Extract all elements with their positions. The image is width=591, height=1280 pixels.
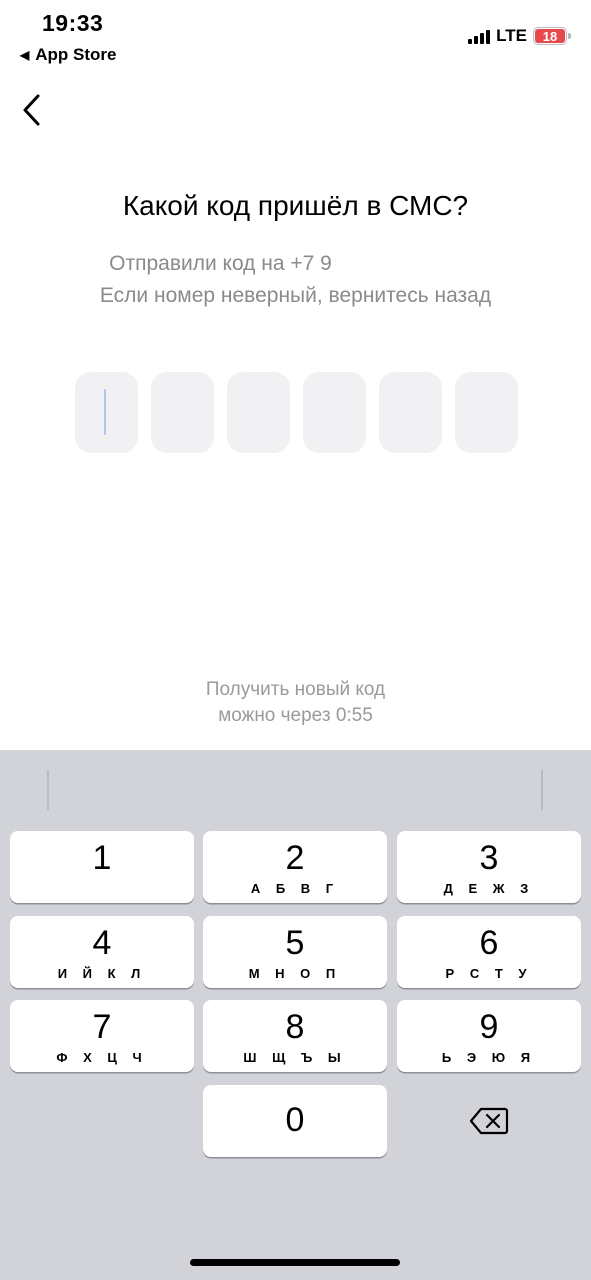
code-digit-box[interactable] — [151, 372, 214, 453]
code-digit-box[interactable] — [379, 372, 442, 453]
key-2[interactable]: 2 А Б В Г — [203, 831, 387, 903]
key-digit: 0 — [285, 1101, 305, 1139]
key-letters: Ь Э Ю Я — [441, 1050, 537, 1065]
key-8[interactable]: 8 Ш Щ Ъ Ы — [203, 1000, 387, 1072]
resend-timer: Получить новый код можно через 0:55 — [0, 677, 591, 729]
key-9[interactable]: 9 Ь Э Ю Я — [397, 1000, 581, 1072]
resend-line-1: Получить новый код — [205, 679, 386, 700]
back-to-app-link[interactable]: ◀ App Store — [20, 45, 116, 65]
key-digit: 8 — [285, 1008, 305, 1046]
keyboard-divider — [47, 770, 49, 810]
key-letters: Ф Х Ц Ч — [56, 1050, 148, 1065]
key-5[interactable]: 5 М Н О П — [203, 916, 387, 988]
sent-to-label: Отправили код на +7 9 — [109, 252, 332, 275]
battery-level: 18 — [535, 29, 565, 44]
status-time: 19:33 — [42, 10, 104, 36]
key-0[interactable]: 0 — [203, 1085, 387, 1157]
text-caret — [104, 389, 106, 435]
hint-text: Если номер неверный, вернитесь назад — [99, 284, 492, 307]
chevron-left-icon — [23, 94, 40, 126]
backspace-icon — [469, 1107, 509, 1135]
key-digit: 5 — [285, 924, 305, 962]
key-digit: 3 — [479, 839, 499, 877]
resend-line-2: можно через 0:55 — [218, 705, 373, 726]
key-7[interactable]: 7 Ф Х Ц Ч — [10, 1000, 194, 1072]
code-digit-box[interactable] — [455, 372, 518, 453]
sent-to-text: Отправили код на +7 9 — [0, 252, 591, 276]
key-1[interactable]: 1 — [10, 831, 194, 903]
code-digit-box[interactable] — [303, 372, 366, 453]
delete-key[interactable] — [397, 1085, 581, 1157]
key-digit: 7 — [92, 1008, 112, 1046]
key-digit: 9 — [479, 1008, 499, 1046]
code-digit-box[interactable] — [75, 372, 138, 453]
network-type: LTE — [496, 26, 527, 45]
key-digit: 1 — [92, 839, 112, 877]
page-title: Какой код пришёл в СМС? — [122, 190, 469, 221]
key-letters: М Н О П — [248, 966, 342, 981]
key-digit: 4 — [92, 924, 112, 962]
key-4[interactable]: 4 И Й К Л — [10, 916, 194, 988]
back-button[interactable] — [20, 92, 50, 128]
key-6[interactable]: 6 Р С Т У — [397, 916, 581, 988]
status-indicators: LTE 18 — [468, 26, 571, 46]
battery-icon: 18 — [533, 27, 571, 45]
key-letters: Р С Т У — [445, 966, 533, 981]
key-letters: А Б В Г — [250, 881, 340, 896]
key-digit: 6 — [479, 924, 499, 962]
key-letters: Д Е Ж З — [443, 881, 535, 896]
key-digit: 2 — [285, 839, 305, 877]
keyboard-divider — [541, 770, 543, 810]
back-app-label: App Store — [35, 45, 117, 64]
cellular-signal-icon — [468, 28, 491, 44]
key-3[interactable]: 3 Д Е Ж З — [397, 831, 581, 903]
sms-code-input[interactable] — [75, 372, 518, 453]
key-letters: Ш Щ Ъ Ы — [243, 1050, 347, 1065]
home-indicator[interactable] — [190, 1259, 400, 1266]
triangle-left-icon: ◀ — [20, 48, 30, 62]
key-letters: И Й К Л — [57, 966, 147, 981]
code-digit-box[interactable] — [227, 372, 290, 453]
